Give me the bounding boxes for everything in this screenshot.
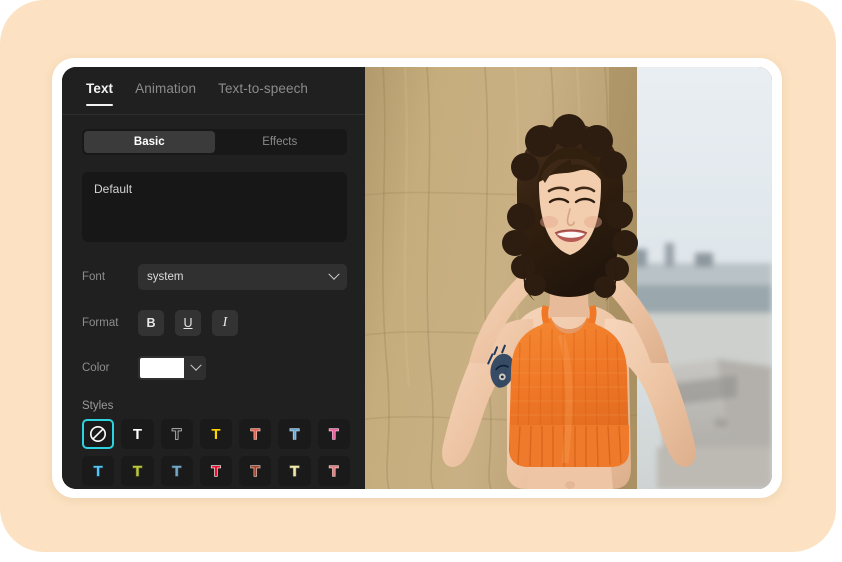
color-dropdown-button[interactable]	[186, 356, 206, 380]
style-glyph: T	[329, 425, 339, 443]
app-window: Text Animation Text-to-speech Basic Effe…	[62, 67, 772, 489]
format-label: Format	[82, 317, 119, 329]
style-none[interactable]	[82, 419, 115, 449]
style-glyph: T	[329, 462, 339, 480]
style-yellow[interactable]: T	[199, 419, 233, 449]
italic-button[interactable]: I	[212, 310, 238, 336]
bold-button[interactable]: B	[138, 310, 164, 336]
app-window-frame: Text Animation Text-to-speech Basic Effe…	[52, 58, 782, 498]
style-glyph: T	[132, 425, 142, 443]
font-select-value: system	[147, 271, 184, 283]
style-glyph: T	[93, 462, 103, 480]
text-input[interactable]: Default	[82, 172, 347, 242]
segment-basic[interactable]: Basic	[84, 131, 215, 153]
style-glyph: T	[250, 425, 260, 443]
style-glyph: T	[250, 462, 260, 480]
video-preview[interactable]	[365, 67, 772, 489]
font-select[interactable]: system	[138, 264, 347, 290]
tab-text-to-speech[interactable]: Text-to-speech	[218, 81, 308, 105]
style-white[interactable]: T	[121, 419, 154, 449]
style-glyph: T	[132, 462, 142, 480]
page-background: Text Animation Text-to-speech Basic Effe…	[0, 0, 836, 552]
underline-button[interactable]: U	[175, 310, 201, 336]
style-glyph: T	[171, 425, 182, 443]
tab-animation[interactable]: Animation	[135, 81, 196, 105]
style-rose[interactable]: T	[317, 456, 350, 486]
style-glyph: T	[171, 462, 182, 480]
style-glyph: T	[289, 462, 300, 480]
style-pink[interactable]: T	[317, 419, 350, 449]
color-swatch[interactable]	[138, 356, 186, 380]
chevron-down-icon	[328, 268, 340, 280]
tabs-divider	[62, 114, 365, 115]
styles-label: Styles	[82, 400, 114, 412]
style-red[interactable]: T	[199, 456, 233, 486]
tab-text[interactable]: Text	[86, 81, 114, 106]
text-editor-panel: Text Animation Text-to-speech Basic Effe…	[62, 67, 365, 489]
segment-effects[interactable]: Effects	[215, 131, 346, 153]
style-steelblue[interactable]: T	[160, 456, 193, 486]
style-skyblue[interactable]: T	[278, 419, 311, 449]
style-salmon[interactable]: T	[239, 419, 272, 449]
style-cyan[interactable]: T	[82, 456, 115, 486]
styles-grid: T T T T T T T T T T T T T	[82, 419, 350, 486]
font-row: Font system	[82, 264, 347, 290]
style-cream[interactable]: T	[278, 456, 311, 486]
basic-effects-segmented-control: Basic Effects	[82, 129, 347, 155]
color-label: Color	[82, 362, 110, 374]
color-picker[interactable]	[138, 356, 206, 380]
style-glyph: T	[289, 425, 300, 443]
preview-photo	[365, 67, 772, 489]
font-label: Font	[82, 271, 106, 283]
style-outline[interactable]: T	[160, 419, 193, 449]
format-row: Format B U I	[82, 310, 347, 336]
chevron-down-icon	[190, 359, 202, 371]
panel-tabs: Text Animation Text-to-speech	[62, 67, 365, 106]
style-rust[interactable]: T	[239, 456, 272, 486]
style-olive[interactable]: T	[121, 456, 154, 486]
no-style-icon	[90, 425, 107, 443]
color-row: Color	[82, 356, 347, 380]
style-glyph: T	[211, 462, 221, 480]
style-glyph: T	[211, 425, 221, 443]
